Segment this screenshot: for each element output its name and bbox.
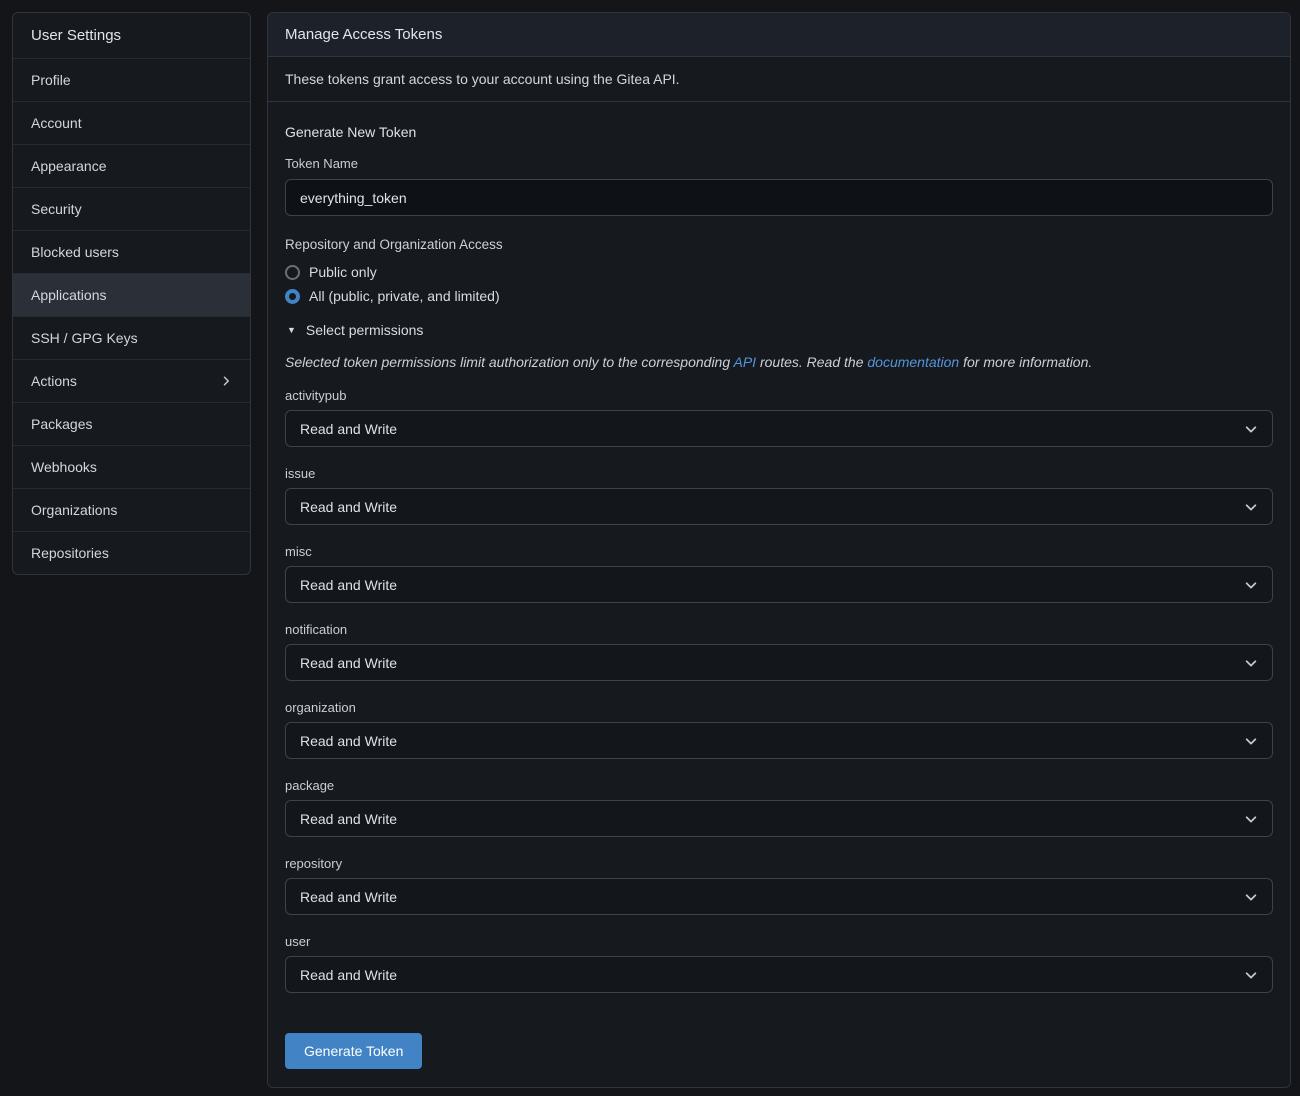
user-settings-sidebar: User Settings Profile Account Appearance… [12,12,251,575]
chevron-down-icon [1244,968,1258,982]
select-permissions-toggle[interactable]: ▼ Select permissions [287,322,1273,338]
permission-name: issue [285,466,1273,481]
permission-group-organization: organization Read and Write [285,700,1273,759]
sidebar-item-appearance[interactable]: Appearance [13,144,250,187]
selected-value: Read and Write [300,733,397,749]
sidebar-item-label: SSH / GPG Keys [31,330,138,346]
permission-name: package [285,778,1273,793]
permission-name: notification [285,622,1273,637]
token-name-input[interactable] [285,179,1273,216]
selected-value: Read and Write [300,811,397,827]
select-permissions-label: Select permissions [306,322,424,338]
sidebar-item-account[interactable]: Account [13,101,250,144]
permission-group-user: user Read and Write [285,934,1273,993]
sidebar-item-blocked-users[interactable]: Blocked users [13,230,250,273]
tokens-info-text: These tokens grant access to your accoun… [268,57,1290,102]
chevron-down-icon [1244,422,1258,436]
permission-group-misc: misc Read and Write [285,544,1273,603]
sidebar-item-label: Applications [31,287,107,303]
notification-permission-select[interactable]: Read and Write [285,644,1273,681]
permission-name: repository [285,856,1273,871]
sidebar-item-label: Actions [31,373,77,389]
sidebar-item-organizations[interactable]: Organizations [13,488,250,531]
chevron-down-icon [1244,734,1258,748]
sidebar-item-label: Organizations [31,502,117,518]
access-scope-label: Repository and Organization Access [285,237,1273,252]
chevron-right-icon [220,375,232,387]
note-text: Selected token permissions limit authori… [285,354,734,370]
sidebar-item-actions[interactable]: Actions [13,359,250,402]
sidebar-item-label: Profile [31,72,71,88]
note-text: for more information. [959,354,1092,370]
permission-name: activitypub [285,388,1273,403]
sidebar-item-label: Security [31,201,82,217]
permission-name: organization [285,700,1273,715]
selected-value: Read and Write [300,889,397,905]
radio-public-only[interactable]: Public only [285,260,1273,284]
api-link[interactable]: API [734,354,757,370]
package-permission-select[interactable]: Read and Write [285,800,1273,837]
permission-group-notification: notification Read and Write [285,622,1273,681]
chevron-down-icon [1244,500,1258,514]
permission-name: misc [285,544,1273,559]
panel-title: Manage Access Tokens [268,13,1290,57]
sidebar-item-webhooks[interactable]: Webhooks [13,445,250,488]
organization-permission-select[interactable]: Read and Write [285,722,1273,759]
chevron-down-icon [1244,890,1258,904]
permissions-note: Selected token permissions limit authori… [285,354,1273,370]
token-name-label: Token Name [285,156,1273,171]
chevron-down-icon [1244,812,1258,826]
generate-token-button[interactable]: Generate Token [285,1033,422,1069]
sidebar-item-security[interactable]: Security [13,187,250,230]
sidebar-item-label: Webhooks [31,459,97,475]
selected-value: Read and Write [300,499,397,515]
sidebar-item-applications[interactable]: Applications [13,273,250,316]
sidebar-item-label: Repositories [31,545,109,561]
documentation-link[interactable]: documentation [867,354,959,370]
permission-group-package: package Read and Write [285,778,1273,837]
radio-public-only-label: Public only [309,264,377,280]
chevron-down-icon [1244,656,1258,670]
issue-permission-select[interactable]: Read and Write [285,488,1273,525]
generate-token-form: Generate New Token Token Name Repository… [268,102,1290,1087]
sidebar-item-repositories[interactable]: Repositories [13,531,250,574]
manage-access-tokens-panel: Manage Access Tokens These tokens grant … [267,12,1291,1088]
sidebar-item-packages[interactable]: Packages [13,402,250,445]
sidebar-item-label: Appearance [31,158,107,174]
selected-value: Read and Write [300,655,397,671]
user-permission-select[interactable]: Read and Write [285,956,1273,993]
radio-all-access-label: All (public, private, and limited) [309,288,500,304]
repository-permission-select[interactable]: Read and Write [285,878,1273,915]
permission-group-repository: repository Read and Write [285,856,1273,915]
radio-all-access[interactable]: All (public, private, and limited) [285,284,1273,308]
selected-value: Read and Write [300,421,397,437]
sidebar-title: User Settings [13,13,250,58]
misc-permission-select[interactable]: Read and Write [285,566,1273,603]
sidebar-item-label: Account [31,115,82,131]
note-text: routes. Read the [756,354,867,370]
sidebar-item-label: Blocked users [31,244,119,260]
permission-name: user [285,934,1273,949]
radio-checked-icon [285,289,300,304]
selected-value: Read and Write [300,967,397,983]
chevron-down-icon [1244,578,1258,592]
selected-value: Read and Write [300,577,397,593]
permission-group-issue: issue Read and Write [285,466,1273,525]
permission-group-activitypub: activitypub Read and Write [285,388,1273,447]
radio-unchecked-icon [285,265,300,280]
caret-down-icon: ▼ [287,325,296,335]
sidebar-item-profile[interactable]: Profile [13,58,250,101]
settings-page: User Settings Profile Account Appearance… [0,0,1300,1096]
sidebar-item-ssh-gpg-keys[interactable]: SSH / GPG Keys [13,316,250,359]
form-title: Generate New Token [285,124,1273,140]
sidebar-item-label: Packages [31,416,92,432]
activitypub-permission-select[interactable]: Read and Write [285,410,1273,447]
